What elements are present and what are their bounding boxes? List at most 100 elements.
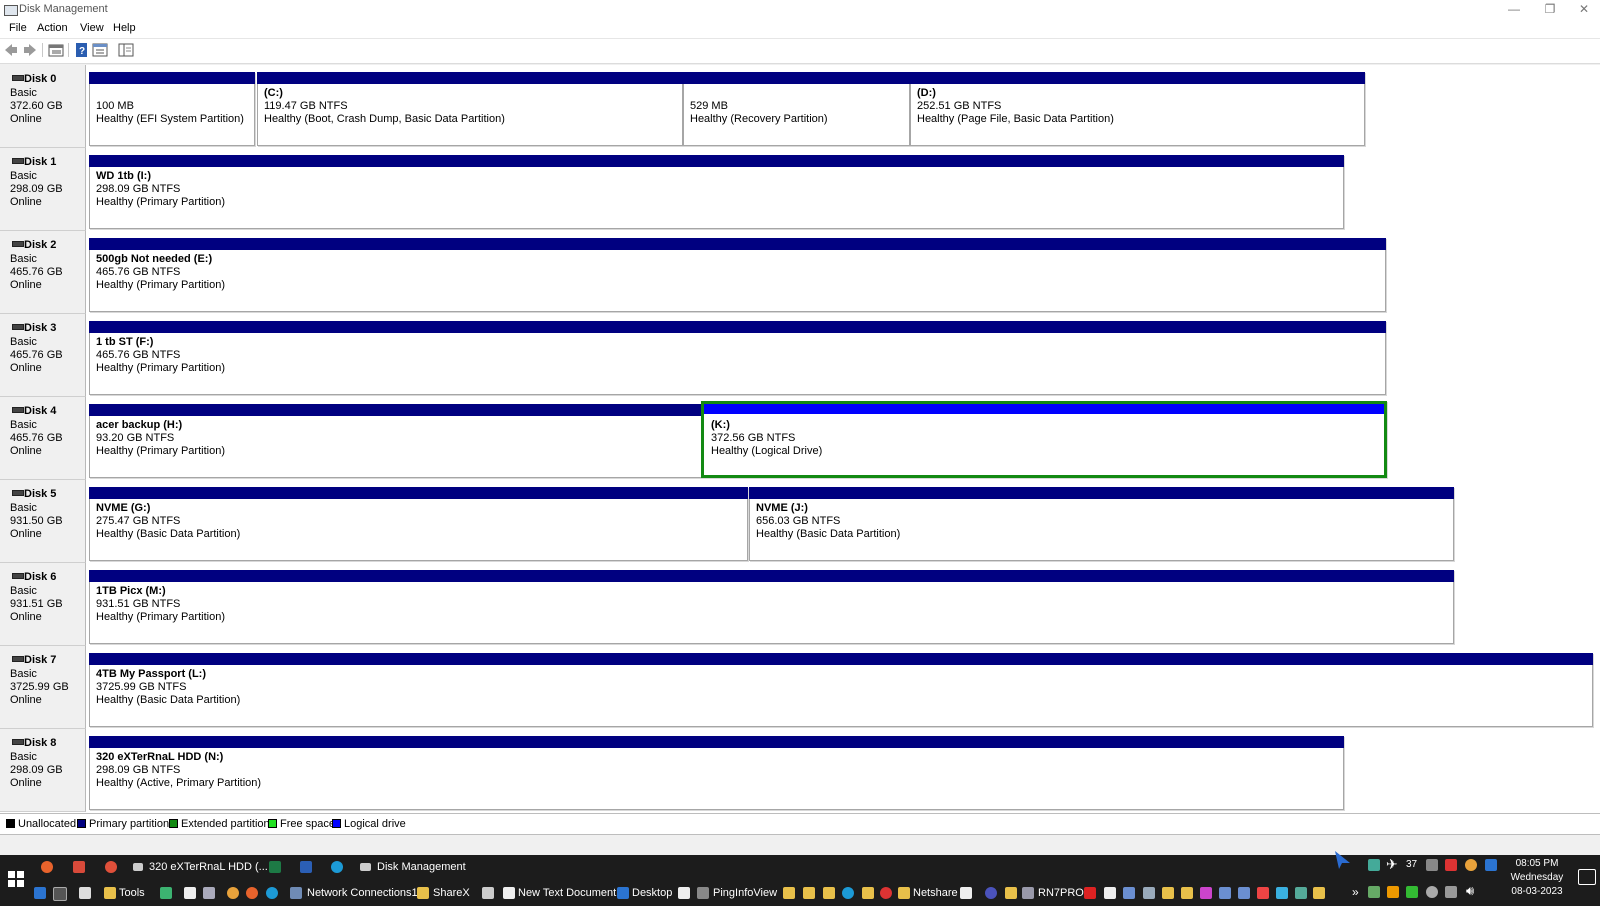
partition-block[interactable]: NVME (J:) 656.03 GB NTFS Healthy (Basic Da… xyxy=(749,487,1454,561)
disk-label[interactable]: Disk 0 Basic 372.60 GB Online xyxy=(0,65,86,148)
tray-icon[interactable] xyxy=(1368,886,1380,898)
app-icon[interactable] xyxy=(1257,887,1269,899)
menu-help[interactable]: Help xyxy=(113,22,136,34)
menu-action[interactable]: Action xyxy=(37,22,68,34)
app-icon[interactable] xyxy=(1219,887,1231,899)
taskbar-item-new-text-document[interactable]: New Text Document xyxy=(518,887,616,899)
folder-icon[interactable] xyxy=(1313,887,1325,899)
app-icon[interactable] xyxy=(105,861,117,873)
clock-time[interactable]: 08:05 PM xyxy=(1502,858,1572,869)
partition-block[interactable]: acer backup (H:) 93.20 GB NTFS Healthy (Pr… xyxy=(89,404,702,478)
disk-label[interactable]: Disk 6 Basic 931.51 GB Online xyxy=(0,563,86,646)
checkmark-icon[interactable] xyxy=(1406,886,1418,898)
forward-icon[interactable] xyxy=(22,42,38,58)
folder-icon[interactable] xyxy=(1162,887,1174,899)
partition-block[interactable]: 529 MB Healthy (Recovery Partition) xyxy=(683,72,910,146)
partition-block[interactable]: (K:) 372.56 GB NTFS Healthy (Logical Drive… xyxy=(701,401,1387,478)
help-icon[interactable]: ? xyxy=(74,42,90,58)
app-icon[interactable] xyxy=(160,887,172,899)
tray-icon[interactable] xyxy=(1426,859,1438,871)
show-more-chevron-icon[interactable]: » xyxy=(1352,885,1359,899)
app-icon[interactable] xyxy=(1238,887,1250,899)
taskbar-item-sharex[interactable]: ShareX xyxy=(433,887,470,899)
taskbar-item-disk-management[interactable]: Disk Management xyxy=(377,861,466,873)
disk-label[interactable]: Disk 5 Basic 931.50 GB Online xyxy=(0,480,86,563)
console-tree-icon[interactable] xyxy=(118,42,134,58)
word-icon[interactable] xyxy=(300,861,312,873)
disk-list-icon[interactable] xyxy=(48,42,64,58)
tray-icon[interactable] xyxy=(1426,886,1438,898)
taskbar-item-external-hdd[interactable]: 320 eXTerRnaL HDD (... xyxy=(149,861,268,873)
taskbar-item-desktop[interactable]: Desktop xyxy=(632,887,672,899)
disk-label[interactable]: Disk 2 Basic 465.76 GB Online xyxy=(0,231,86,314)
app-icon[interactable] xyxy=(1295,887,1307,899)
notification-count-badge[interactable]: 37 xyxy=(1406,859,1417,870)
tray-icon[interactable] xyxy=(1387,886,1399,898)
folder-icon[interactable] xyxy=(1005,887,1017,899)
document-icon[interactable] xyxy=(184,887,196,899)
partition-block[interactable]: WD 1tb (I:) 298.09 GB NTFS Healthy (Primar… xyxy=(89,155,1344,229)
partition-block[interactable]: 1 tb ST (F:) 465.76 GB NTFS Healthy (Prima… xyxy=(89,321,1386,395)
partition-block[interactable]: NVME (G:) 275.47 GB NTFS Healthy (Basic Da… xyxy=(89,487,748,561)
document-icon[interactable] xyxy=(1104,887,1116,899)
firefox-icon[interactable] xyxy=(41,861,53,873)
close-button[interactable]: ✕ xyxy=(1566,0,1600,20)
restore-button[interactable]: ❐ xyxy=(1532,0,1568,20)
folder-icon[interactable] xyxy=(783,887,795,899)
clock-date[interactable]: 08-03-2023 xyxy=(1502,886,1572,897)
disk-label[interactable]: Disk 7 Basic 3725.99 GB Online xyxy=(0,646,86,729)
app-icon[interactable] xyxy=(1084,887,1096,899)
excel-icon[interactable] xyxy=(269,861,281,873)
app-icon[interactable] xyxy=(842,887,854,899)
menu-file[interactable]: File xyxy=(9,22,27,34)
app-icon[interactable] xyxy=(203,887,215,899)
disk-label[interactable]: Disk 3 Basic 465.76 GB Online xyxy=(0,314,86,397)
tray-icon[interactable] xyxy=(1485,859,1497,871)
minimize-button[interactable]: — xyxy=(1496,0,1532,20)
chrome-icon[interactable] xyxy=(1465,859,1477,871)
partition-block[interactable]: 500gb Not needed (E:) 465.76 GB NTFS Healt… xyxy=(89,238,1386,312)
notifications-icon[interactable] xyxy=(1578,869,1596,885)
folder-icon[interactable] xyxy=(862,887,874,899)
search-icon[interactable] xyxy=(1143,887,1155,899)
partition-block[interactable]: 320 eXTerRnaL HDD (N:) 298.09 GB NTFS Heal… xyxy=(89,736,1344,810)
folder-icon[interactable] xyxy=(803,887,815,899)
cmd-icon[interactable] xyxy=(53,887,67,901)
tray-icon[interactable] xyxy=(1445,859,1457,871)
firefox-icon[interactable] xyxy=(246,887,258,899)
teams-icon[interactable] xyxy=(985,887,997,899)
app-icon[interactable] xyxy=(79,887,91,899)
tray-icon[interactable] xyxy=(1368,859,1380,871)
partition-block[interactable]: 1TB Picx (M:) 931.51 GB NTFS Healthy (Prim… xyxy=(89,570,1454,644)
taskbar-toolbar-tools[interactable]: Tools xyxy=(119,887,145,899)
disk-label[interactable]: Disk 1 Basic 298.09 GB Online xyxy=(0,148,86,231)
app-icon[interactable] xyxy=(1123,887,1135,899)
edge-icon[interactable] xyxy=(331,861,343,873)
document-icon[interactable] xyxy=(678,887,690,899)
folder-icon[interactable] xyxy=(823,887,835,899)
taskbar-item-netshare[interactable]: Netshare xyxy=(913,887,958,899)
disk-label[interactable]: Disk 8 Basic 298.09 GB Online xyxy=(0,729,86,812)
app-icon[interactable] xyxy=(34,887,46,899)
partition-block[interactable]: 100 MB Healthy (EFI System Partition) xyxy=(89,72,255,146)
document-icon[interactable] xyxy=(960,887,972,899)
app-icon[interactable] xyxy=(880,887,892,899)
volume-icon[interactable]: 🔊︎ xyxy=(1466,883,1474,899)
network-icon[interactable] xyxy=(1445,886,1457,898)
taskbar-item-rn7pro[interactable]: RN7PRO xyxy=(1038,887,1084,899)
disk-label[interactable]: Disk 4 Basic 465.76 GB Online xyxy=(0,397,86,480)
app-icon[interactable] xyxy=(1276,887,1288,899)
partition-block[interactable]: (D:) 252.51 GB NTFS Healthy (Page File, Ba… xyxy=(910,72,1365,146)
taskbar-item-network-connections[interactable]: Network Connections1 xyxy=(307,887,418,899)
partition-block[interactable]: 4TB My Passport (L:) 3725.99 GB NTFS Healt… xyxy=(89,653,1593,727)
back-icon[interactable] xyxy=(3,42,19,58)
partition-block[interactable]: (C:) 119.47 GB NTFS Healthy (Boot, Crash D… xyxy=(257,72,683,146)
clock-day[interactable]: Wednesday xyxy=(1502,872,1572,883)
app-icon[interactable] xyxy=(1200,887,1212,899)
folder-icon[interactable] xyxy=(1181,887,1193,899)
edge-icon[interactable] xyxy=(266,887,278,899)
properties-icon[interactable] xyxy=(92,42,108,58)
menu-view[interactable]: View xyxy=(80,22,104,34)
app-icon[interactable] xyxy=(73,861,85,873)
taskbar-item-pinginfoview[interactable]: PingInfoView xyxy=(713,887,777,899)
